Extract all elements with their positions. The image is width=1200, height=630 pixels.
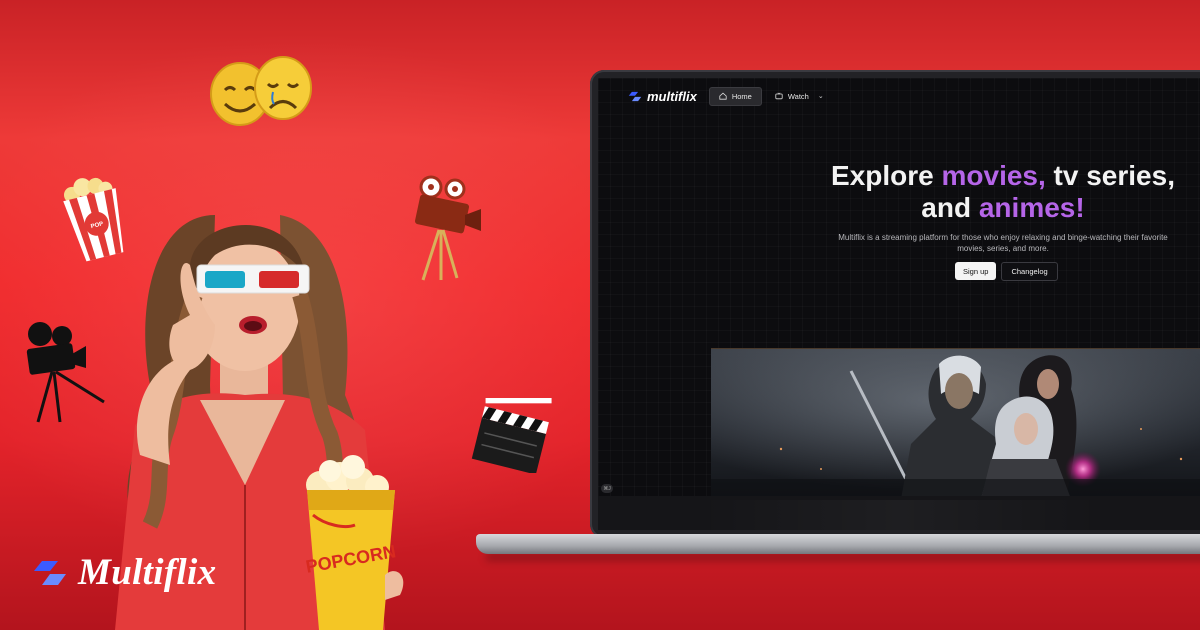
- chevron-down-icon: ⌄: [817, 93, 824, 100]
- nav-home-label: Home: [731, 91, 752, 101]
- keyboard-glare: [700, 500, 1100, 530]
- app-navbar: multiflix Home Watch ⌄: [628, 84, 833, 108]
- laptop-base-shadow: [486, 553, 1200, 561]
- changelog-button[interactable]: Changelog: [1001, 262, 1058, 281]
- hero-buttons: Sign up Changelog: [955, 262, 1058, 281]
- hero-title-accent-animes: animes!: [978, 192, 1085, 223]
- hero-title-part1: Explore: [831, 160, 942, 191]
- clapperboard-icon: [471, 398, 552, 473]
- signup-button[interactable]: Sign up: [955, 262, 997, 280]
- brand-logo: Multiflix: [32, 551, 216, 594]
- hero-title-accent-movies: movies,: [941, 160, 1046, 191]
- laptop-base: [476, 534, 1200, 554]
- brand-name: Multiflix: [78, 552, 217, 593]
- nav-home[interactable]: Home: [708, 86, 762, 106]
- multiflix-logo-icon: [628, 91, 642, 101]
- command-shortcut-badge[interactable]: ⌘J: [601, 484, 613, 493]
- featured-show-preview[interactable]: [711, 348, 1200, 496]
- multiflix-logo-icon: [34, 560, 66, 585]
- home-icon: [719, 92, 727, 100]
- featured-show-image: [711, 349, 1200, 496]
- hero-subtitle: Multiflix is a streaming platform for th…: [838, 233, 1168, 253]
- app-logo[interactable]: multiflix: [628, 89, 697, 104]
- tv-icon: [775, 92, 783, 100]
- theater-masks-icon: [210, 56, 312, 126]
- hero-title: Explore movies, tv series, and animes!: [828, 160, 1178, 224]
- nav-watch[interactable]: Watch ⌄: [766, 88, 833, 105]
- laptop-screen: multiflix Home Watch ⌄ Explore movies, t…: [598, 78, 1200, 496]
- app-logo-text: multiflix: [647, 88, 697, 104]
- nav-watch-label: Watch: [787, 91, 809, 101]
